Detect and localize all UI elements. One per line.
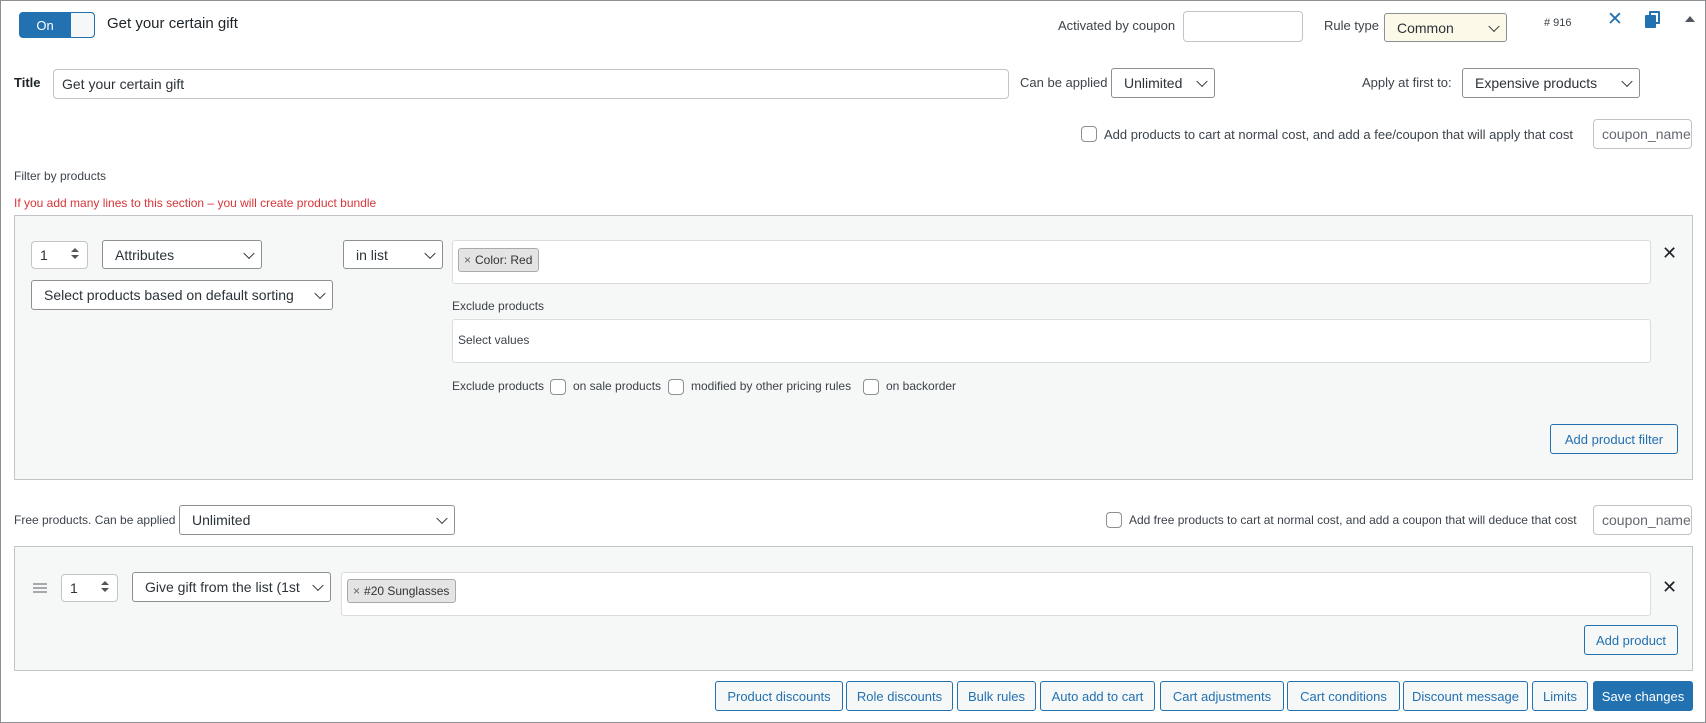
chevron-down-icon: [1488, 20, 1500, 32]
enable-toggle[interactable]: On: [19, 12, 95, 38]
limits-button[interactable]: Limits: [1532, 681, 1588, 711]
exclude-modified-label: modified by other pricing rules: [691, 379, 852, 393]
free-coupon-input[interactable]: coupon_name: [1593, 505, 1692, 535]
role-discounts-button[interactable]: Role discounts: [846, 681, 953, 711]
remove-tag-icon[interactable]: ×: [464, 253, 471, 267]
exclude-placeholder: Select values: [458, 333, 530, 347]
filter-qty-input[interactable]: 1: [31, 241, 88, 269]
filter-qty-value: 1: [40, 247, 48, 263]
rule-id: # 916: [1544, 17, 1572, 29]
add-product-filter-button[interactable]: Add product filter: [1550, 424, 1678, 454]
normal-cost-coupon-input[interactable]: coupon_name: [1593, 119, 1692, 149]
free-coupon-placeholder: coupon_name: [1602, 512, 1691, 528]
filter-tag-label: Color: Red: [475, 253, 533, 267]
apply-first-select[interactable]: Expensive products: [1462, 68, 1640, 98]
exclude-options-label: Exclude products: [452, 379, 545, 393]
title-input[interactable]: Get your certain gift: [53, 69, 1009, 99]
save-changes-button[interactable]: Save changes: [1593, 681, 1693, 711]
chevron-down-icon: [424, 247, 436, 259]
exclude-on-sale-checkbox[interactable]: [550, 379, 566, 395]
filter-section-label: Filter by products: [14, 169, 107, 183]
close-rule-icon[interactable]: ✕: [1607, 10, 1623, 29]
bundle-warning: If you add many lines to this section – …: [14, 196, 377, 210]
filter-type-select[interactable]: Attributes: [102, 240, 262, 269]
filter-values-box[interactable]: × Color: Red: [452, 240, 1651, 284]
chevron-down-icon: [1196, 75, 1208, 88]
activated-by-coupon-label: Activated by coupon: [1058, 18, 1176, 33]
rule-type-select[interactable]: Common: [1384, 13, 1507, 42]
filter-type-value: Attributes: [115, 246, 175, 263]
coupon-placeholder: coupon_name: [1602, 126, 1691, 142]
filter-tag: × Color: Red: [458, 248, 540, 272]
gift-type-value: Give gift from the list (1st: [145, 579, 300, 595]
spinner-icon[interactable]: [69, 247, 81, 263]
free-applied-select[interactable]: Unlimited: [179, 505, 455, 535]
can-be-applied-label: Can be applied: [1020, 75, 1108, 90]
free-products-panel: 1 Give gift from the list (1st × #20 Sun…: [14, 546, 1693, 671]
title-label: Title: [14, 75, 41, 90]
exclude-backorder-checkbox[interactable]: [863, 379, 879, 395]
apply-first-label: Apply at first to:: [1362, 75, 1452, 90]
activated-by-coupon-input[interactable]: [1183, 11, 1303, 42]
rule-type-label: Rule type: [1324, 18, 1379, 33]
product-filter-panel: 1 Attributes in list Select products bas…: [14, 215, 1693, 480]
remove-tag-icon[interactable]: ×: [353, 584, 360, 598]
apply-first-value: Expensive products: [1475, 75, 1598, 91]
can-be-applied-value: Unlimited: [1124, 75, 1183, 91]
free-qty-input[interactable]: 1: [61, 574, 118, 602]
exclude-modified-checkbox[interactable]: [668, 379, 684, 395]
auto-add-to-cart-button[interactable]: Auto add to cart: [1040, 681, 1155, 711]
bulk-rules-button[interactable]: Bulk rules: [957, 681, 1036, 711]
chevron-down-icon: [314, 287, 326, 300]
remove-gift-icon[interactable]: ✕: [1662, 578, 1677, 596]
toggle-label: On: [36, 17, 54, 33]
exclude-products-box[interactable]: Select values: [452, 319, 1651, 363]
chevron-down-icon: [436, 512, 448, 525]
collapse-rule-icon[interactable]: [1685, 16, 1695, 22]
free-qty-value: 1: [70, 580, 78, 596]
free-normal-cost-label: Add free products to cart at normal cost…: [1129, 513, 1577, 527]
filter-condition-select[interactable]: in list: [343, 240, 443, 269]
exclude-products-label: Exclude products: [452, 299, 545, 313]
free-normal-cost-checkbox[interactable]: [1106, 512, 1122, 528]
discount-message-button[interactable]: Discount message: [1403, 681, 1528, 711]
toggle-knob: [70, 13, 94, 37]
filter-sorting-select[interactable]: Select products based on default sorting: [31, 280, 333, 310]
free-applied-value: Unlimited: [192, 512, 251, 528]
free-products-label: Free products. Can be applied: [14, 513, 176, 527]
add-product-button[interactable]: Add product: [1584, 625, 1678, 655]
gift-type-select[interactable]: Give gift from the list (1st: [132, 572, 331, 602]
remove-filter-icon[interactable]: ✕: [1662, 244, 1677, 262]
chevron-down-icon: [1621, 75, 1633, 88]
cart-conditions-button[interactable]: Cart conditions: [1287, 681, 1400, 711]
product-discounts-button[interactable]: Product discounts: [715, 681, 843, 711]
chevron-down-icon: [243, 247, 255, 259]
rule-editor: On Get your certain gift Activated by co…: [0, 0, 1706, 723]
gift-products-box[interactable]: × #20 Sunglasses: [341, 572, 1651, 616]
exclude-backorder-label: on backorder: [886, 379, 957, 393]
filter-sorting-value: Select products based on default sorting: [44, 287, 294, 303]
duplicate-rule-icon[interactable]: [1645, 11, 1661, 29]
cart-adjustments-button[interactable]: Cart adjustments: [1160, 681, 1284, 711]
rule-type-value: Common: [1397, 19, 1454, 36]
normal-cost-checkbox[interactable]: [1081, 126, 1097, 142]
exclude-on-sale-label: on sale products: [573, 379, 662, 393]
gift-tag: × #20 Sunglasses: [347, 579, 457, 603]
normal-cost-label: Add products to cart at normal cost, and…: [1104, 127, 1573, 142]
spinner-icon[interactable]: [99, 580, 111, 596]
can-be-applied-select[interactable]: Unlimited: [1111, 68, 1215, 98]
gift-tag-label: #20 Sunglasses: [364, 584, 450, 598]
filter-condition-value: in list: [356, 246, 388, 263]
rule-name: Get your certain gift: [107, 15, 238, 32]
chevron-down-icon: [312, 579, 324, 592]
drag-handle-icon[interactable]: [33, 583, 47, 593]
